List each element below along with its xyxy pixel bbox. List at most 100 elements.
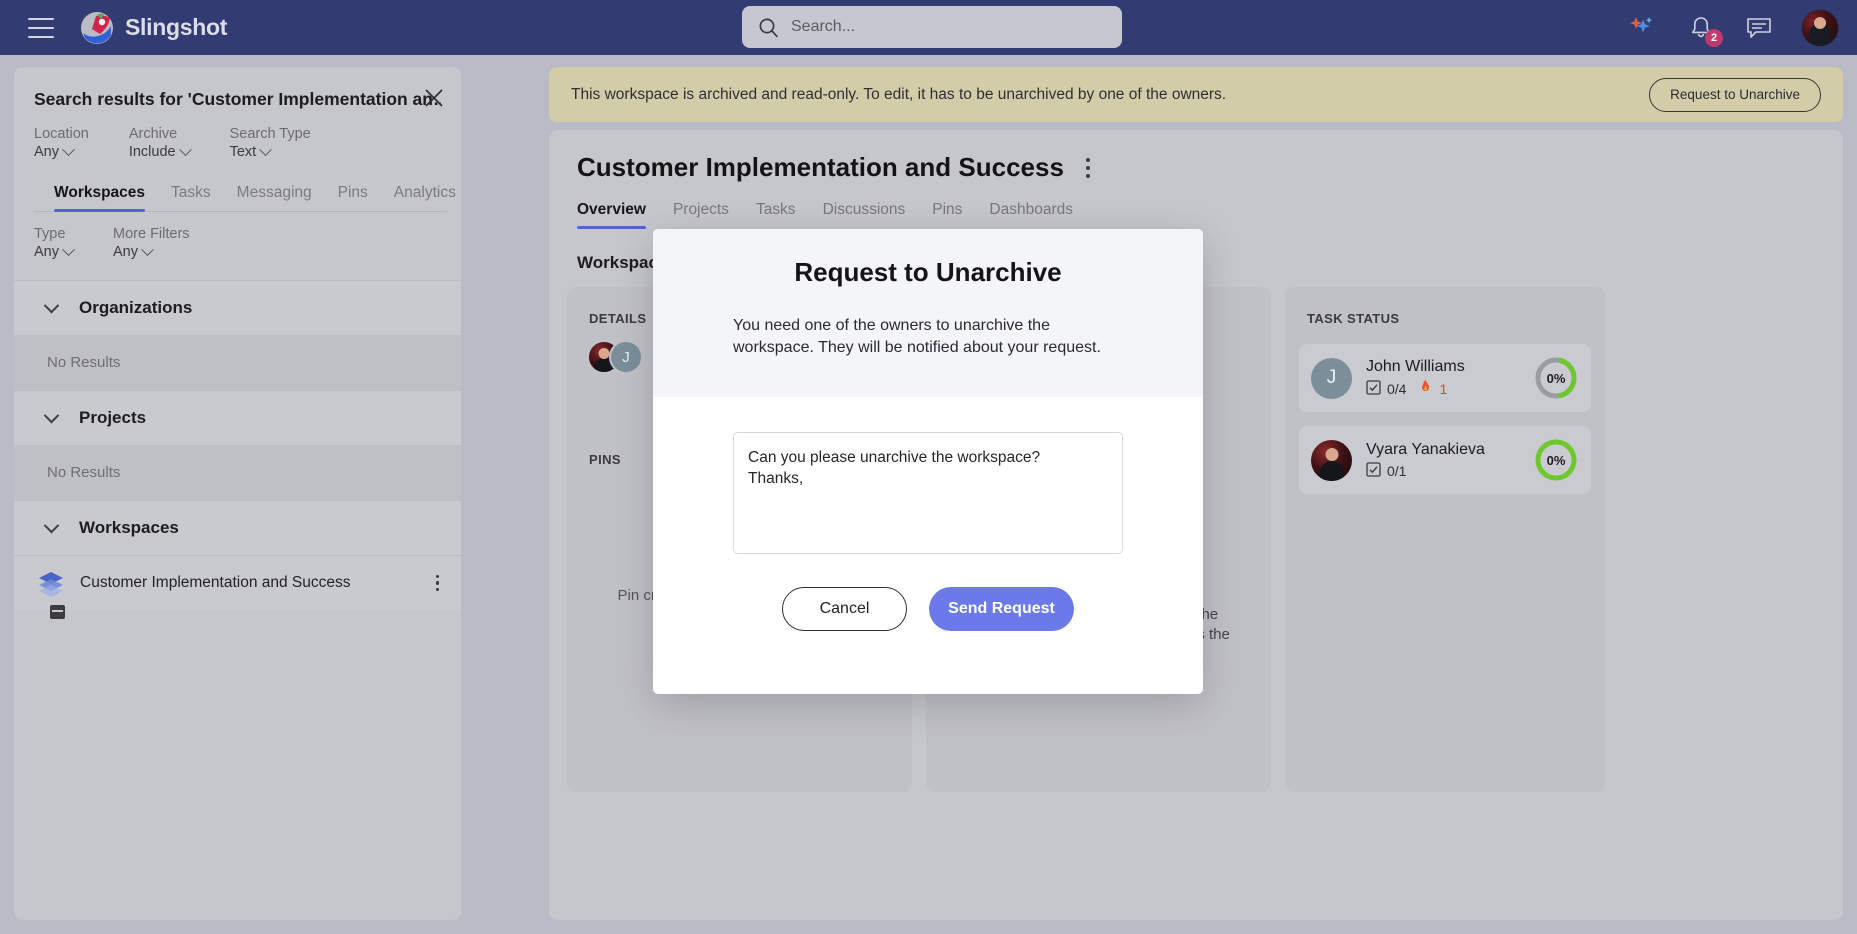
brand-name: Slingshot [125,14,228,40]
top-navigation-bar: Slingshot 2 [0,0,1857,55]
tab-overview[interactable]: Overview [577,201,646,229]
sparkles-icon[interactable] [1627,12,1659,44]
archived-banner: This workspace is archived and read-only… [549,67,1843,122]
filter-archive-text: Include [128,144,176,160]
filter-more-filters[interactable]: More Filters Any [113,226,190,260]
search-results-header: Search results for 'Customer Implementat… [14,67,461,110]
chevron-down-icon [43,297,60,313]
tab-pins[interactable]: Pins [932,201,962,229]
tab-tasks[interactable]: Tasks [756,201,796,229]
filter-type-text: Any [34,244,59,260]
filter-search-type-label: Search Type [229,126,311,142]
tab-discussions[interactable]: Discussions [823,201,906,229]
avatar[interactable]: J [609,340,643,374]
filter-search-type-text: Text [229,144,257,160]
workspace-menu-icon[interactable] [1085,157,1090,178]
task-row-meta: 0/1 [1366,461,1533,480]
filter-location[interactable]: Location Any [34,126,89,160]
filter-search-type[interactable]: Search Type Text [230,126,311,160]
search-results-panel: Search results for 'Customer Implementat… [14,67,461,920]
filter-more-filters-text: Any [113,244,138,260]
progress-percent: 0% [1546,452,1566,468]
user-avatar[interactable] [1801,8,1839,47]
task-row-meta: 0/4 1 [1366,379,1533,398]
modal-footer: Cancel Send Request [653,587,1203,631]
tab-tasks[interactable]: Tasks [171,184,211,211]
section-title-workspaces: Workspaces [79,518,179,537]
search-input[interactable] [791,18,1091,36]
section-empty-projects: No Results [14,445,461,500]
request-to-unarchive-button[interactable]: Request to Unarchive [1649,77,1821,112]
list-item-label: Customer Implementation and Success [80,574,351,591]
avatar [1311,439,1352,481]
filter-archive[interactable]: Archive Include [128,126,192,160]
cancel-button[interactable]: Cancel [782,587,907,631]
close-icon[interactable] [423,87,445,109]
hamburger-menu-icon[interactable] [28,17,54,38]
chevron-down-icon [178,142,192,156]
search-secondary-filters: Type Any More Filters Any [14,212,461,280]
search-filters-row: Location Any Archive Include Search Type… [14,110,461,160]
section-header-workspaces[interactable]: Workspaces [14,500,461,555]
layers-icon [36,568,66,619]
chevron-down-icon [141,242,154,256]
filter-more-filters-value[interactable]: Any [113,242,190,260]
filter-location-value[interactable]: Any [34,142,89,160]
progress-percent: 0% [1546,370,1566,386]
modal-description: You need one of the owners to unarchive … [733,317,1101,357]
section-header-projects[interactable]: Projects [14,390,461,445]
send-request-button[interactable]: Send Request [929,587,1074,631]
checkbox-icon [1366,461,1381,480]
archived-banner-text: This workspace is archived and read-only… [571,85,1227,103]
topbar-actions: 2 [1627,0,1839,55]
task-count: 0/4 [1387,380,1407,397]
brand-logo-link[interactable]: Slingshot [80,11,227,45]
chevron-down-icon [259,142,273,156]
chevron-down-icon [62,242,75,256]
filter-location-label: Location [34,126,89,142]
chat-bubble-icon[interactable] [1743,12,1775,44]
section-title-projects: Projects [79,408,147,427]
unarchive-message-textarea[interactable] [733,432,1123,554]
task-row-info: Vyara Yanakieva 0/1 [1366,441,1533,480]
checkbox-icon [1366,379,1381,398]
task-assignee-name: John Williams [1366,358,1465,375]
filter-type-value[interactable]: Any [34,242,75,260]
page-title: Customer Implementation and Success [577,152,1064,182]
global-search[interactable] [742,6,1122,48]
progress-ring: 0% [1533,437,1579,483]
tab-pins[interactable]: Pins [338,184,368,211]
search-icon [758,17,779,38]
task-row-info: John Williams 0/4 1 [1366,358,1533,398]
task-assignee-name: Vyara Yanakieva [1366,440,1485,458]
tab-workspaces[interactable]: Workspaces [54,184,146,212]
bell-icon[interactable]: 2 [1685,12,1723,47]
task-status-header: TASK STATUS [1307,311,1400,326]
archived-badge-icon [50,605,65,619]
table-row[interactable]: J John Williams 0/4 1 0% [1299,344,1591,412]
modal-body [653,397,1203,559]
filter-location-text: Any [34,144,59,160]
filter-type-label: Type [34,226,66,242]
tab-projects[interactable]: Projects [673,201,729,229]
filter-archive-value[interactable]: Include [128,142,192,160]
request-to-unarchive-modal: Request to Unarchive You need one of the… [653,229,1203,694]
filter-search-type-value[interactable]: Text [229,142,311,160]
tab-dashboards[interactable]: Dashboards [989,201,1073,229]
section-header-organizations[interactable]: Organizations [14,280,461,335]
chevron-down-icon [43,517,60,533]
table-row[interactable]: Vyara Yanakieva 0/1 0% [1299,426,1591,494]
filter-type[interactable]: Type Any [34,226,75,260]
progress-ring: 0% [1533,355,1579,401]
list-item-menu-icon[interactable] [432,571,444,596]
workspace-tabs: Overview Projects Tasks Discussions Pins… [549,201,1843,229]
modal-title: Request to Unarchive [794,257,1062,287]
modal-header: Request to Unarchive You need one of the… [653,229,1203,397]
tab-analytics[interactable]: Analytics [394,184,456,211]
task-status-card: TASK STATUS J John Williams 0/4 1 0% Vya… [1285,287,1605,792]
tab-messaging[interactable]: Messaging [237,184,312,211]
list-item[interactable]: Customer Implementation and Success [14,555,461,619]
filter-more-filters-label: More Filters [113,226,190,242]
search-results-tabs: Workspaces Tasks Messaging Pins Analytic… [34,170,456,212]
avatar: J [1311,357,1352,399]
